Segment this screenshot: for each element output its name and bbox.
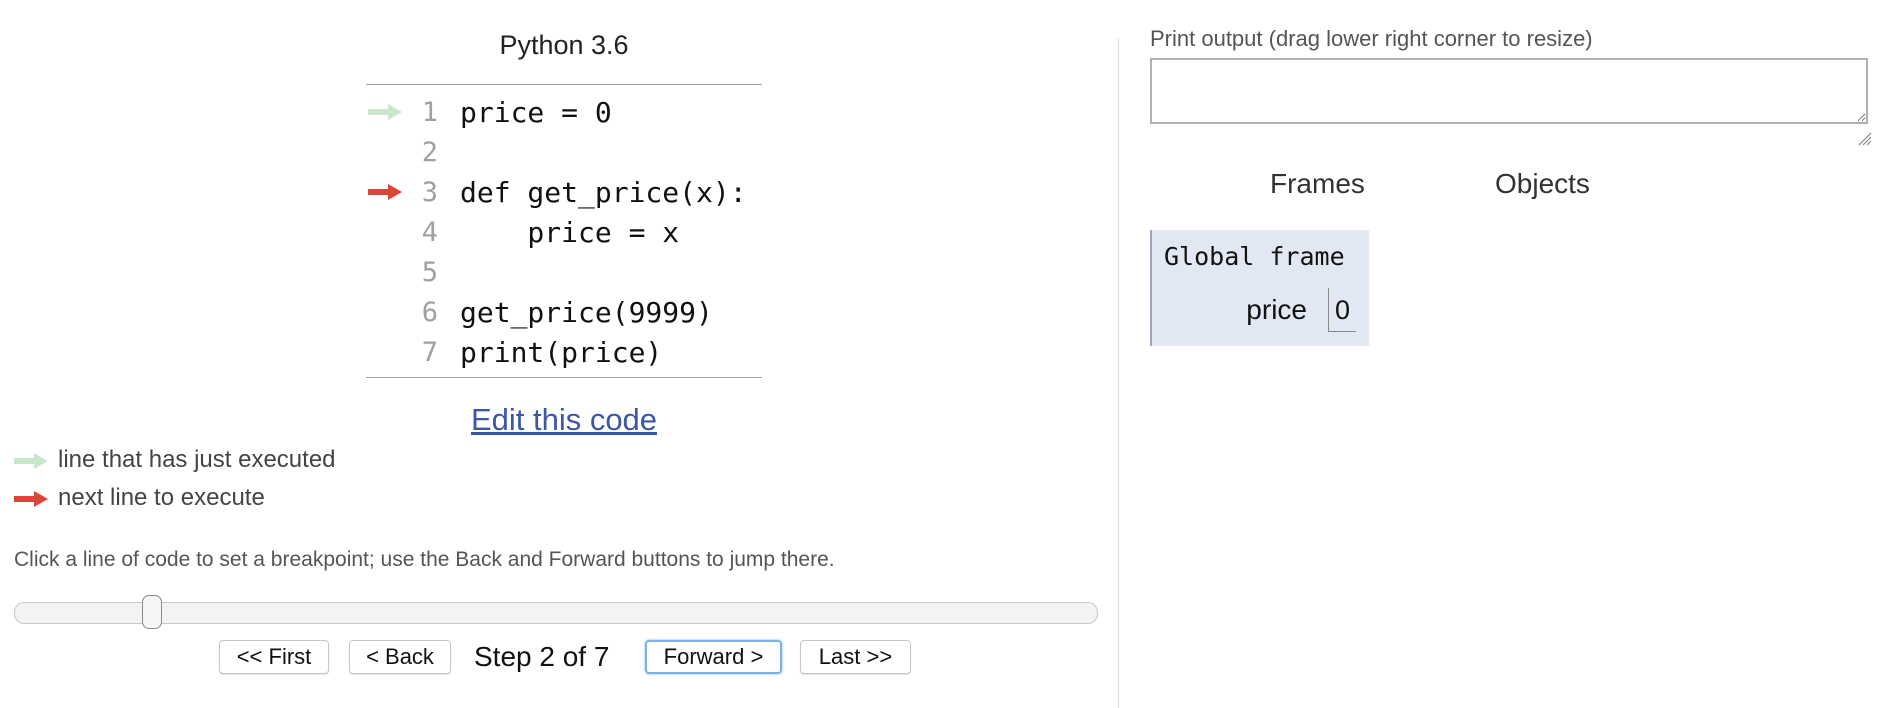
variable-value: 0 [1328,288,1356,332]
breakpoint-gutter[interactable] [368,93,406,133]
line-number: 7 [421,337,438,368]
pane-divider [1118,38,1119,708]
breakpoint-gutter[interactable] [368,213,406,253]
back-button[interactable]: < Back [349,640,451,674]
resize-grip-icon[interactable] [1856,130,1872,146]
code-line[interactable]: 2 [366,133,762,173]
line-number: 3 [421,177,438,208]
code-text: price = 0 [460,96,612,129]
breakpoint-gutter[interactable] [368,133,406,173]
edit-code-link[interactable]: Edit this code [364,402,764,438]
breakpoint-gutter[interactable] [368,173,406,213]
code-visualizer-pane: Python 3.6 1 price = 0 2 3 def get_price(x):… [0,0,1116,708]
print-output-label: Print output (drag lower right corner to… [1150,26,1593,51]
line-number: 1 [421,97,438,128]
forward-button[interactable]: Forward > [645,640,782,674]
next-arrow-icon [368,184,402,200]
code-line[interactable]: 3 def get_price(x): [366,173,762,213]
code-listing: 1 price = 0 2 3 def get_price(x): 4 price = x… [366,84,762,378]
global-frame: Global frame price 0 [1150,230,1369,346]
breakpoint-gutter[interactable] [368,293,406,333]
code-line[interactable]: 6 get_price(9999) [366,293,762,333]
language-title: Python 3.6 [499,30,629,60]
frame-title: Global frame [1164,242,1345,271]
executed-arrow-icon [368,104,402,120]
print-output-box[interactable] [1150,58,1868,124]
step-slider[interactable] [14,595,1098,629]
line-number: 2 [421,137,438,168]
objects-heading: Objects [1495,168,1590,199]
code-line[interactable]: 5 [366,253,762,293]
code-text: print(price) [460,336,663,369]
next-arrow-icon [14,491,48,507]
line-number: 5 [421,257,438,288]
first-button[interactable]: << First [219,640,329,674]
line-number: 4 [421,217,438,248]
breakpoint-gutter[interactable] [368,333,406,373]
code-line[interactable]: 7 print(price) [366,333,762,373]
code-line[interactable]: 1 price = 0 [366,93,762,133]
last-button[interactable]: Last >> [800,640,911,674]
legend-next-label: next line to execute [58,484,265,511]
variable-name: price [1246,294,1307,325]
breakpoint-hint: Click a line of code to set a breakpoint… [14,548,835,571]
code-text: get_price(9999) [460,296,713,329]
step-slider-handle[interactable] [142,595,162,629]
line-number: 6 [421,297,438,328]
breakpoint-gutter[interactable] [368,253,406,293]
legend-executed-label: line that has just executed [58,446,336,473]
code-text: def get_price(x): [460,176,747,209]
frames-heading: Frames [1270,168,1365,199]
code-text: price = x [460,216,680,249]
code-line[interactable]: 4 price = x [366,213,762,253]
executed-arrow-icon [14,453,48,469]
step-counter: Step 2 of 7 [474,641,610,672]
